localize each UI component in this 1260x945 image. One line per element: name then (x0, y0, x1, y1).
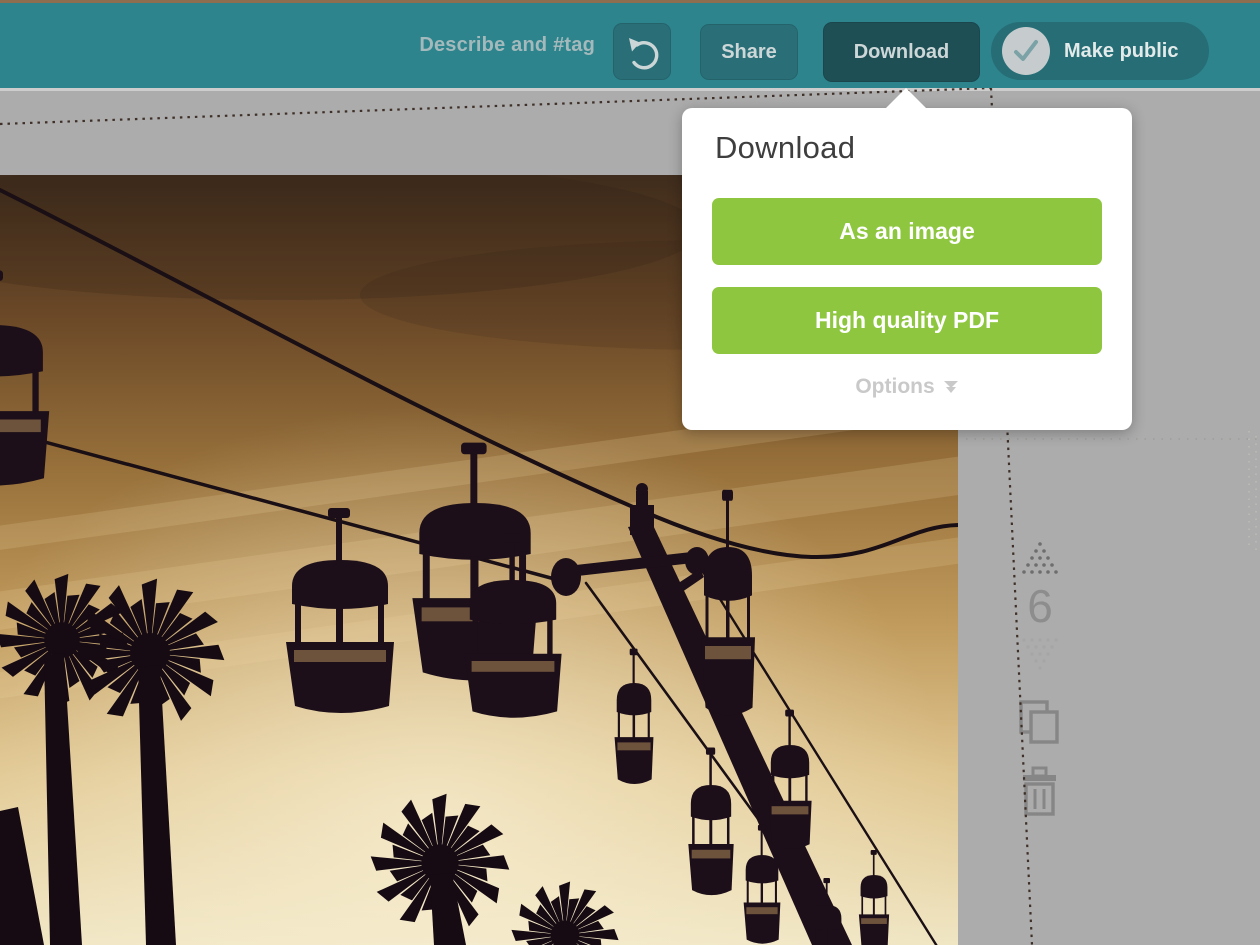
undo-icon (619, 30, 667, 78)
download-button[interactable]: Download (823, 22, 980, 82)
workspace-top-highlight (0, 88, 1260, 91)
chevron-down-icon (943, 381, 959, 394)
make-public-toggle[interactable]: Make public (991, 22, 1209, 80)
download-popover-title: Download (715, 130, 855, 166)
move-down-icon (1018, 638, 1062, 672)
move-up-icon (1018, 540, 1062, 574)
trash-icon (1017, 766, 1063, 818)
screenshot-top-edge (0, 0, 1260, 3)
copy-page-icon (1014, 697, 1066, 747)
describe-tag-label[interactable]: Describe and #tag (419, 34, 595, 57)
options-label: Options (855, 375, 934, 399)
page-controls: 6 (1008, 538, 1072, 823)
copy-page-button[interactable] (1012, 695, 1068, 752)
make-public-label: Make public (1064, 40, 1178, 63)
check-circle-icon (1002, 27, 1050, 75)
download-as-image-button[interactable]: As an image (712, 198, 1102, 265)
move-page-up-button[interactable] (1016, 538, 1064, 579)
download-pdf-button[interactable]: High quality PDF (712, 287, 1102, 354)
editor-toolbar: Describe and #tag Share Download Make pu… (0, 3, 1260, 88)
page-number: 6 (1027, 581, 1053, 632)
move-page-down-button[interactable] (1016, 636, 1064, 677)
download-options-toggle[interactable]: Options (682, 374, 1132, 400)
undo-button[interactable] (613, 23, 671, 80)
delete-page-button[interactable] (1015, 764, 1065, 823)
download-popover: Download As an image High quality PDF Op… (682, 108, 1132, 430)
share-button[interactable]: Share (700, 24, 798, 80)
